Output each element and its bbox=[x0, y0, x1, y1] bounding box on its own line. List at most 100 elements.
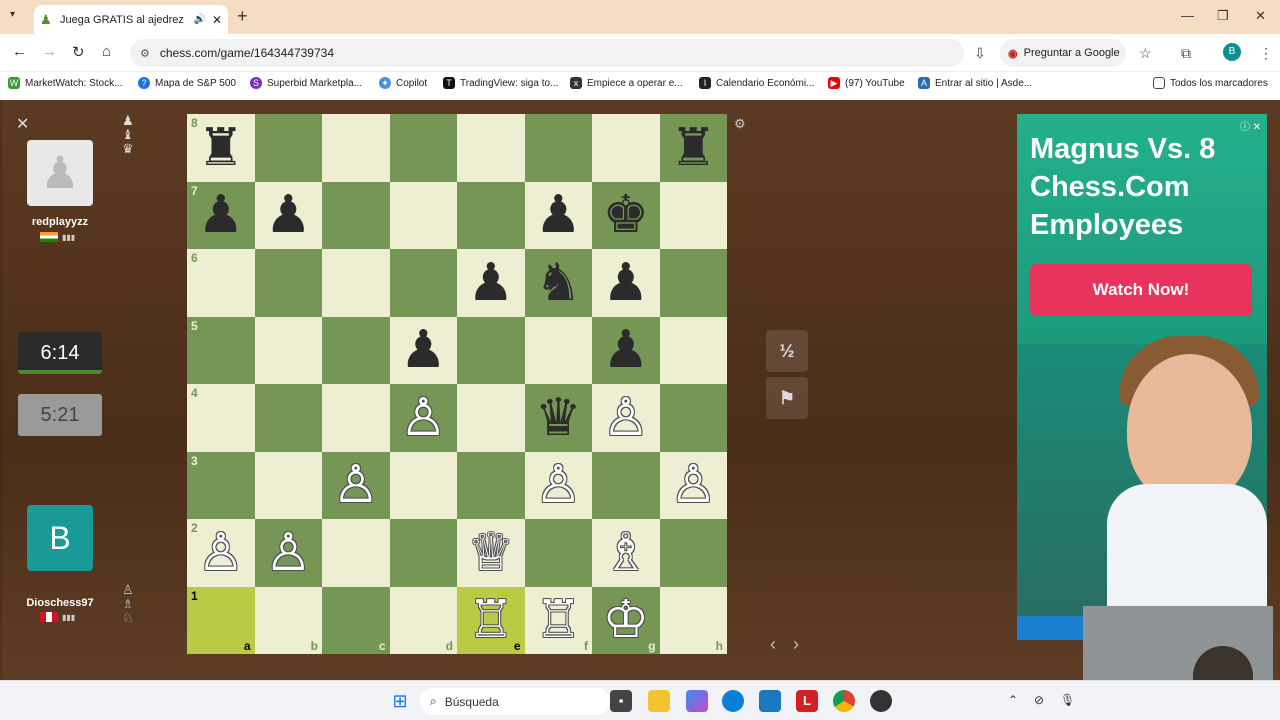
square-d5[interactable]: ♟ bbox=[389, 316, 457, 384]
square-a2[interactable]: 2 ♙ bbox=[187, 519, 255, 587]
square-g2[interactable]: ♗ bbox=[592, 519, 660, 587]
l-app-icon[interactable]: L bbox=[796, 690, 818, 712]
top-player-avatar[interactable]: ♟ bbox=[27, 140, 93, 206]
square-h2[interactable] bbox=[659, 519, 727, 587]
white-piece-e2[interactable]: ♕ bbox=[467, 527, 514, 579]
square-h5[interactable] bbox=[659, 316, 727, 384]
site-info-icon[interactable]: ⚙ bbox=[140, 47, 150, 60]
white-piece-g4[interactable]: ♙ bbox=[602, 392, 649, 444]
new-tab-icon[interactable]: + bbox=[237, 6, 248, 27]
black-piece-g6[interactable]: ♟ bbox=[602, 257, 649, 309]
close-panel-icon[interactable]: ✕ bbox=[16, 114, 29, 134]
chess-board[interactable]: 8 ♜ ♜ 7 ♟ ♟ ♟ ♚ 6 ♟ ♞ ♟ 5 ♟ ♟ 4 ♙ ♛ ♙ 3 ♙ ♙ ♙ 2 ♙ ♙ ♕ ♗ 1 a b c d e ♖ f ♖ g ♔ h bbox=[187, 114, 727, 654]
white-piece-b2[interactable]: ♙ bbox=[265, 527, 312, 579]
windows-start-icon[interactable]: ⊞ bbox=[389, 690, 411, 712]
square-c4[interactable] bbox=[322, 384, 390, 452]
profile-avatar[interactable]: B bbox=[1223, 43, 1241, 61]
black-piece-f6[interactable]: ♞ bbox=[535, 257, 582, 309]
square-c8[interactable] bbox=[322, 114, 390, 182]
obs-icon[interactable] bbox=[870, 690, 892, 712]
white-piece-c3[interactable]: ♙ bbox=[332, 459, 379, 511]
square-d8[interactable] bbox=[389, 114, 457, 182]
square-a1[interactable]: 1a bbox=[187, 586, 255, 654]
tray-chevron-icon[interactable]: ⌃ bbox=[1008, 693, 1018, 707]
bookmark-star-icon[interactable]: ☆ bbox=[1139, 45, 1152, 62]
square-a5[interactable]: 5 bbox=[187, 316, 255, 384]
bookmark-item[interactable]: I Calendario Económi... bbox=[699, 77, 814, 89]
menu-kebab-icon[interactable]: ⋮ bbox=[1259, 45, 1273, 62]
reload-icon[interactable]: ↻ bbox=[72, 43, 85, 61]
install-app-icon[interactable]: ⇩ bbox=[974, 45, 986, 62]
square-e6[interactable]: ♟ bbox=[457, 249, 525, 317]
square-f8[interactable] bbox=[524, 114, 592, 182]
square-g3[interactable] bbox=[592, 451, 660, 519]
white-piece-f1[interactable]: ♖ bbox=[535, 594, 582, 646]
square-g5[interactable]: ♟ bbox=[592, 316, 660, 384]
square-d1[interactable]: d bbox=[389, 586, 457, 654]
next-move-icon[interactable]: › bbox=[793, 634, 799, 655]
black-piece-f4[interactable]: ♛ bbox=[535, 392, 582, 444]
square-a3[interactable]: 3 bbox=[187, 451, 255, 519]
microphone-icon[interactable]: 🎙 bbox=[1060, 693, 1075, 707]
bookmark-item[interactable]: ✦ Copilot bbox=[379, 77, 427, 89]
ask-google-button[interactable]: ◉ Preguntar a Google bbox=[1000, 39, 1126, 67]
black-piece-d5[interactable]: ♟ bbox=[400, 324, 447, 376]
black-piece-e6[interactable]: ♟ bbox=[467, 257, 514, 309]
square-e1[interactable]: e ♖ bbox=[457, 586, 525, 654]
square-h1[interactable]: h bbox=[659, 586, 727, 654]
square-b4[interactable] bbox=[254, 384, 322, 452]
square-h3[interactable]: ♙ bbox=[659, 451, 727, 519]
square-b3[interactable] bbox=[254, 451, 322, 519]
edge-icon[interactable] bbox=[722, 690, 744, 712]
square-h4[interactable] bbox=[659, 384, 727, 452]
square-g4[interactable]: ♙ bbox=[592, 384, 660, 452]
advertisement[interactable]: ⓘ ✕ Magnus Vs. 8 Chess.Com Employees Wat… bbox=[1017, 114, 1267, 640]
square-a7[interactable]: 7 ♟ bbox=[187, 181, 255, 249]
previous-move-icon[interactable]: ‹ bbox=[770, 634, 776, 655]
tab-search-icon[interactable]: ▾ bbox=[10, 9, 15, 20]
minimize-icon[interactable]: — bbox=[1181, 8, 1194, 23]
home-icon[interactable]: ⌂ bbox=[102, 43, 111, 60]
black-piece-g7[interactable]: ♚ bbox=[602, 189, 649, 241]
bookmark-item[interactable]: W MarketWatch: Stock... bbox=[8, 77, 122, 89]
bookmark-item[interactable]: A Entrar al sitio | Asde... bbox=[918, 77, 1032, 89]
back-icon[interactable]: ← bbox=[12, 43, 27, 60]
square-d3[interactable] bbox=[389, 451, 457, 519]
square-c2[interactable] bbox=[322, 519, 390, 587]
resign-flag-icon[interactable]: ⚑ bbox=[766, 377, 808, 419]
copilot-taskbar-icon[interactable] bbox=[686, 690, 708, 712]
square-f3[interactable]: ♙ bbox=[524, 451, 592, 519]
square-h8[interactable]: ♜ bbox=[659, 114, 727, 182]
square-f1[interactable]: f ♖ bbox=[524, 586, 592, 654]
square-e3[interactable] bbox=[457, 451, 525, 519]
square-a6[interactable]: 6 bbox=[187, 249, 255, 317]
square-c6[interactable] bbox=[322, 249, 390, 317]
square-g8[interactable] bbox=[592, 114, 660, 182]
close-tab-icon[interactable]: ✕ bbox=[212, 13, 222, 27]
bookmark-item[interactable]: ? Mapa de S&P 500 bbox=[138, 77, 236, 89]
square-c7[interactable] bbox=[322, 181, 390, 249]
black-piece-a8[interactable]: ♜ bbox=[197, 122, 244, 174]
square-e2[interactable]: ♕ bbox=[457, 519, 525, 587]
taskbar-search[interactable]: ⌕ Búsqueda bbox=[420, 688, 610, 715]
square-c1[interactable]: c bbox=[322, 586, 390, 654]
white-piece-a2[interactable]: ♙ bbox=[197, 527, 244, 579]
square-c3[interactable]: ♙ bbox=[322, 451, 390, 519]
top-player-name[interactable]: redplayyzz bbox=[5, 216, 115, 228]
black-piece-g5[interactable]: ♟ bbox=[602, 324, 649, 376]
square-f7[interactable]: ♟ bbox=[524, 181, 592, 249]
all-bookmarks[interactable]: Todos los marcadores bbox=[1153, 77, 1268, 89]
file-explorer-icon[interactable] bbox=[648, 690, 670, 712]
chrome-icon[interactable] bbox=[833, 690, 855, 712]
close-window-icon[interactable]: ✕ bbox=[1255, 8, 1266, 24]
square-g6[interactable]: ♟ bbox=[592, 249, 660, 317]
bottom-player-avatar[interactable]: B bbox=[27, 505, 93, 571]
square-e5[interactable] bbox=[457, 316, 525, 384]
white-piece-g1[interactable]: ♔ bbox=[602, 594, 649, 646]
extensions-icon[interactable]: ⧉ bbox=[1181, 45, 1191, 62]
board-settings-icon[interactable]: ⚙ bbox=[734, 116, 746, 132]
offer-draw-button[interactable]: ½ bbox=[766, 330, 808, 372]
bookmark-item[interactable]: T TradingView: siga to... bbox=[443, 77, 558, 89]
speaker-icon[interactable]: 🔊 bbox=[193, 14, 205, 25]
square-e4[interactable] bbox=[457, 384, 525, 452]
